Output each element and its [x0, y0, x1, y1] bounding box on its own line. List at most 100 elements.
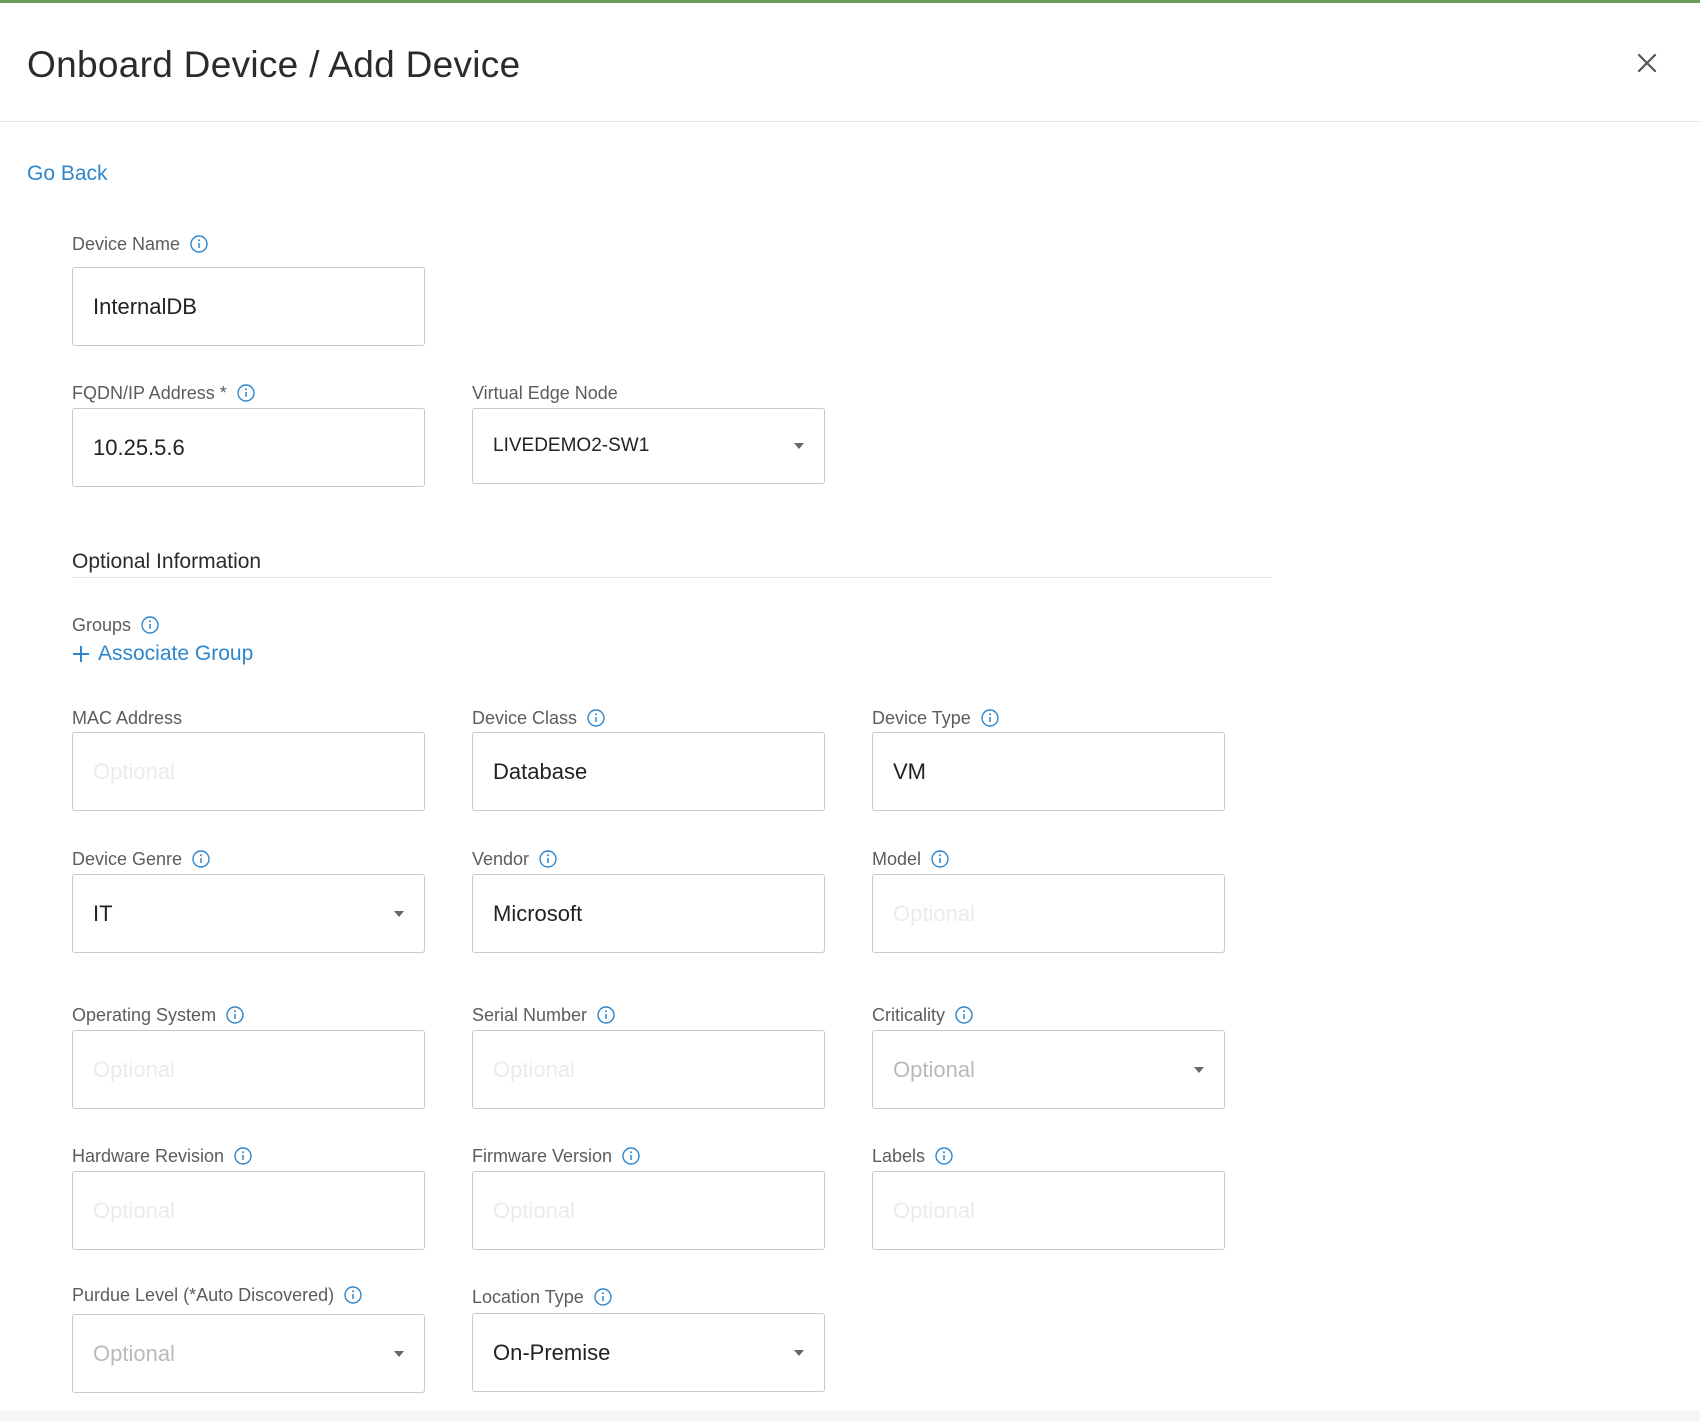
hardware-revision-label: Hardware Revision	[72, 1145, 252, 1167]
device-name-label: Device Name	[72, 233, 208, 255]
location-type-label-text: Location Type	[472, 1287, 584, 1307]
caret-down-icon	[394, 1350, 404, 1357]
mac-address-field[interactable]	[72, 732, 425, 811]
info-icon[interactable]	[981, 709, 999, 727]
plus-icon	[72, 645, 90, 663]
info-icon[interactable]	[141, 616, 159, 634]
groups-label: Groups	[72, 614, 159, 636]
close-button[interactable]	[1632, 48, 1662, 78]
labels-input[interactable]	[893, 1197, 1193, 1224]
hardware-revision-label-text: Hardware Revision	[72, 1146, 225, 1166]
device-type-input[interactable]	[893, 758, 1193, 785]
labels-label: Labels	[872, 1145, 953, 1167]
info-icon[interactable]	[192, 850, 210, 868]
info-icon[interactable]	[587, 709, 605, 727]
purdue-level-select[interactable]: Optional	[72, 1314, 425, 1393]
caret-down-icon	[1194, 1066, 1204, 1073]
info-icon[interactable]	[935, 1147, 953, 1165]
device-genre-label-text: Device Genre	[72, 849, 183, 869]
info-icon[interactable]	[622, 1147, 640, 1165]
criticality-value: Optional	[893, 1056, 975, 1082]
info-icon[interactable]	[594, 1288, 612, 1306]
info-icon[interactable]	[955, 1006, 973, 1024]
device-genre-value: IT	[93, 900, 113, 926]
info-icon[interactable]	[226, 1006, 244, 1024]
mac-address-input[interactable]	[93, 758, 393, 785]
info-icon[interactable]	[234, 1147, 252, 1165]
section-divider	[72, 577, 1272, 578]
device-type-label-text: Device Type	[872, 708, 971, 728]
labels-field[interactable]	[872, 1171, 1225, 1250]
groups-label-text: Groups	[72, 615, 132, 635]
fqdn-field[interactable]	[72, 408, 425, 487]
device-name-input[interactable]	[93, 293, 393, 320]
hardware-revision-field[interactable]	[72, 1171, 425, 1250]
model-input[interactable]	[893, 900, 1193, 927]
device-class-label-text: Device Class	[472, 708, 578, 728]
vendor-label: Vendor	[472, 848, 557, 870]
purdue-level-label-text: Purdue Level (*Auto Discovered)	[72, 1285, 335, 1305]
virtual-edge-node-label-text: Virtual Edge Node	[472, 383, 618, 403]
hardware-revision-input[interactable]	[93, 1197, 393, 1224]
optional-information-heading: Optional Information	[72, 550, 262, 573]
caret-down-icon	[394, 910, 404, 917]
fqdn-input[interactable]	[93, 434, 393, 461]
info-icon[interactable]	[190, 235, 208, 253]
info-icon[interactable]	[344, 1286, 362, 1304]
firmware-version-label: Firmware Version	[472, 1145, 640, 1167]
location-type-select[interactable]: On-Premise	[472, 1313, 825, 1392]
firmware-version-input[interactable]	[493, 1197, 793, 1224]
model-label: Model	[872, 848, 949, 870]
device-class-input[interactable]	[493, 758, 793, 785]
device-class-label: Device Class	[472, 707, 605, 729]
dialog-header: Onboard Device / Add Device	[0, 3, 1700, 122]
add-device-dialog: Onboard Device / Add Device Go Back Devi…	[0, 0, 1700, 1422]
firmware-version-label-text: Firmware Version	[472, 1146, 613, 1166]
caret-down-icon	[794, 443, 804, 449]
device-name-field[interactable]	[72, 267, 425, 346]
purdue-level-value: Optional	[93, 1340, 175, 1366]
close-icon	[1637, 53, 1657, 73]
criticality-select[interactable]: Optional	[872, 1030, 1225, 1109]
operating-system-input[interactable]	[93, 1056, 393, 1083]
device-type-field[interactable]	[872, 732, 1225, 811]
serial-number-input[interactable]	[493, 1056, 793, 1083]
vendor-input[interactable]	[493, 900, 793, 927]
vendor-field[interactable]	[472, 874, 825, 953]
model-label-text: Model	[872, 849, 922, 869]
device-genre-label: Device Genre	[72, 848, 210, 870]
mac-address-label-text: MAC Address	[72, 708, 183, 728]
model-field[interactable]	[872, 874, 1225, 953]
device-type-label: Device Type	[872, 707, 999, 729]
associate-group-label: Associate Group	[98, 642, 254, 665]
serial-number-field[interactable]	[472, 1030, 825, 1109]
purdue-level-label: Purdue Level (*Auto Discovered)	[72, 1284, 362, 1306]
vendor-label-text: Vendor	[472, 849, 530, 869]
virtual-edge-node-select[interactable]: LIVEDEMO2-SW1	[472, 408, 825, 484]
associate-group-button[interactable]: Associate Group	[72, 641, 253, 667]
info-icon[interactable]	[237, 384, 255, 402]
info-icon[interactable]	[539, 850, 557, 868]
criticality-label: Criticality	[872, 1004, 973, 1026]
operating-system-field[interactable]	[72, 1030, 425, 1109]
info-icon[interactable]	[597, 1006, 615, 1024]
fqdn-label-text: FQDN/IP Address *	[72, 383, 227, 403]
firmware-version-field[interactable]	[472, 1171, 825, 1250]
bottom-edge	[0, 1410, 1700, 1422]
location-type-label: Location Type	[472, 1286, 612, 1308]
location-type-value: On-Premise	[493, 1339, 611, 1365]
virtual-edge-node-value: LIVEDEMO2-SW1	[493, 435, 650, 456]
labels-label-text: Labels	[872, 1146, 926, 1166]
info-icon[interactable]	[931, 850, 949, 868]
go-back-link[interactable]: Go Back	[27, 161, 108, 187]
caret-down-icon	[794, 1349, 804, 1356]
serial-number-label-text: Serial Number	[472, 1005, 588, 1025]
operating-system-label-text: Operating System	[72, 1005, 217, 1025]
virtual-edge-node-label: Virtual Edge Node	[472, 382, 618, 404]
device-class-field[interactable]	[472, 732, 825, 811]
fqdn-label: FQDN/IP Address *	[72, 382, 255, 404]
device-genre-select[interactable]: IT	[72, 874, 425, 953]
device-name-label-text: Device Name	[72, 234, 181, 254]
page-title: Onboard Device / Add Device	[27, 44, 521, 85]
serial-number-label: Serial Number	[472, 1004, 615, 1026]
